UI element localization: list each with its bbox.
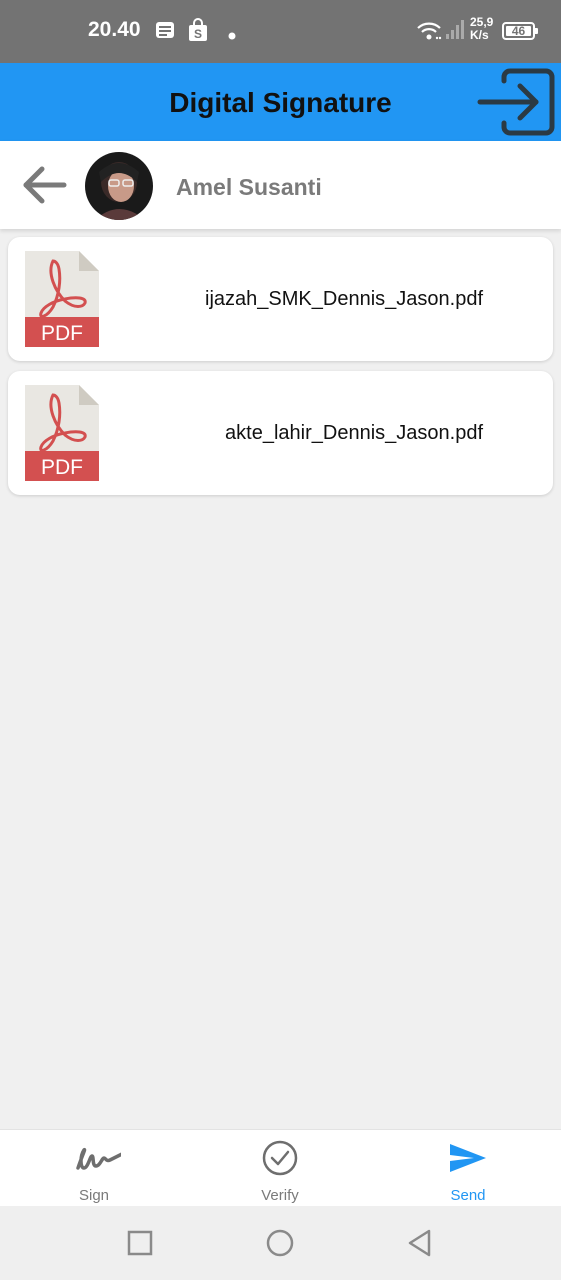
signature-icon [76, 1147, 121, 1170]
check-circle-icon [262, 1140, 298, 1176]
home-circle-icon[interactable] [263, 1226, 297, 1260]
back-button[interactable] [20, 163, 68, 207]
file-card[interactable]: PDF ijazah_SMK_Dennis_Jason.pdf [8, 237, 553, 361]
dot-icon [228, 27, 236, 45]
svg-text:S: S [194, 27, 202, 41]
arrow-left-icon [23, 166, 67, 204]
file-name: ijazah_SMK_Dennis_Jason.pdf [205, 288, 483, 310]
status-time: 20.40 [88, 18, 141, 41]
app-bar: Digital Signature [0, 63, 561, 141]
file-name: akte_lahir_Dennis_Jason.pdf [225, 422, 483, 444]
battery-level: 46 [511, 24, 526, 38]
svg-text:PDF: PDF [41, 322, 83, 345]
wifi-icon [416, 20, 442, 47]
recents-square-icon[interactable] [123, 1226, 157, 1260]
system-navigation-bar [0, 1206, 561, 1280]
nav-send[interactable]: Send [408, 1130, 528, 1207]
send-icon [450, 1144, 486, 1172]
shopping-bag-icon: S [188, 18, 208, 47]
nav-send-label: Send [450, 1187, 486, 1204]
back-triangle-icon[interactable] [403, 1226, 437, 1260]
user-name: Amel Susanti [176, 174, 322, 200]
user-header: Amel Susanti [0, 141, 561, 229]
status-bar: 20.40 S 25,9 K/s 46 [0, 0, 561, 63]
notes-icon [155, 20, 175, 45]
battery-icon: 46 [502, 22, 538, 40]
pdf-file-icon: PDF [25, 385, 99, 481]
net-speed-unit: K/s [470, 28, 489, 42]
nav-sign-label: Sign [78, 1187, 110, 1204]
avatar[interactable] [85, 152, 153, 220]
logout-button[interactable] [474, 67, 558, 137]
nav-verify-label: Verify [261, 1187, 299, 1204]
file-card[interactable]: PDF akte_lahir_Dennis_Jason.pdf [8, 371, 553, 495]
logout-icon [477, 68, 555, 136]
svg-text:PDF: PDF [41, 456, 83, 479]
pdf-file-icon: PDF [25, 251, 99, 347]
nav-verify[interactable]: Verify [220, 1130, 340, 1207]
net-speed: 25,9 K/s [470, 16, 493, 42]
bottom-nav: Sign Verify Send [0, 1129, 561, 1206]
signal-icon [444, 18, 466, 45]
nav-sign[interactable]: Sign [34, 1130, 154, 1207]
